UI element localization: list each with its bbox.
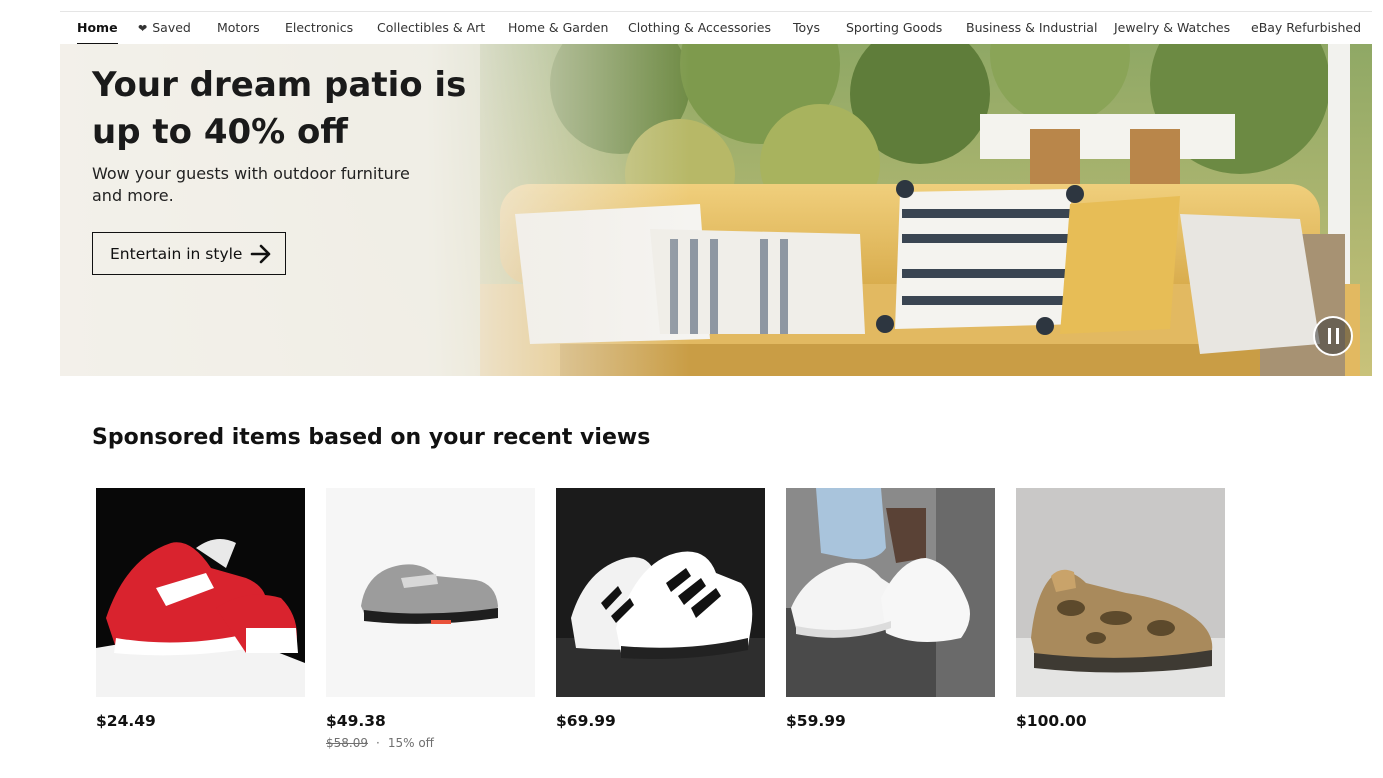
hero-title: Your dream patio is up to 40% off — [92, 65, 467, 152]
product-card[interactable]: $24.49 — [96, 488, 305, 730]
nav-item-home[interactable]: Home — [77, 12, 118, 45]
nav-label: eBay Refurbished — [1251, 20, 1362, 35]
section-title: Sponsored items based on your recent vie… — [92, 425, 651, 450]
arrow-right-icon — [251, 244, 271, 263]
heart-icon: ❤ — [138, 22, 148, 35]
category-nav: Home ❤ Saved Motors Electronics Collectib… — [60, 11, 1372, 45]
nav-label: Business & Industrial — [966, 20, 1098, 35]
nav-item-motors[interactable]: Motors — [217, 12, 260, 44]
product-price: $59.99 — [786, 712, 846, 730]
nav-label: Toys — [793, 20, 821, 35]
pause-icon — [1335, 328, 1339, 344]
nav-item-electronics[interactable]: Electronics — [285, 12, 353, 44]
product-image-grey-running-sneaker[interactable] — [326, 488, 535, 697]
product-image-white-sneakers-on-feet[interactable] — [786, 488, 995, 697]
product-card[interactable]: $69.99 — [556, 488, 765, 730]
nav-label: Motors — [217, 20, 260, 35]
product-image-camo-hiking-sneaker[interactable] — [1016, 488, 1225, 697]
nav-item-saved[interactable]: ❤ Saved — [138, 12, 191, 44]
nav-item-ebay-refurbished[interactable]: eBay Refurbished — [1251, 12, 1361, 44]
nav-label: Clothing & Accessories — [628, 20, 771, 35]
pause-button[interactable] — [1313, 316, 1353, 356]
product-card[interactable]: $49.38 $58.09 · 15% off — [326, 488, 535, 750]
product-card[interactable]: $100.00 — [1016, 488, 1225, 730]
nav-item-business-industrial[interactable]: Business & Industrial — [966, 12, 1097, 44]
nav-item-sporting-goods[interactable]: Sporting Goods — [846, 12, 942, 44]
cta-label: Entertain in style — [110, 244, 243, 263]
entertain-in-style-button[interactable]: Entertain in style — [92, 232, 286, 275]
nav-label: Jewelry & Watches — [1114, 20, 1231, 35]
hero-banner[interactable]: Your dream patio is up to 40% off Wow yo… — [60, 44, 1372, 376]
nav-item-toys[interactable]: Toys — [793, 12, 820, 44]
nav-item-clothing-accessories[interactable]: Clothing & Accessories — [628, 12, 771, 44]
nav-item-home-garden[interactable]: Home & Garden — [508, 12, 608, 44]
product-price: $100.00 — [1016, 712, 1087, 730]
nav-item-collectibles-art[interactable]: Collectibles & Art — [377, 12, 485, 44]
product-discount-line: $58.09 · 15% off — [326, 736, 434, 750]
nav-label: Collectibles & Art — [377, 20, 486, 35]
product-price: $69.99 — [556, 712, 616, 730]
nav-item-jewelry-watches[interactable]: Jewelry & Watches — [1114, 12, 1230, 44]
nav-label: Saved — [152, 20, 191, 35]
product-card[interactable]: $59.99 — [786, 488, 995, 730]
separator-dot: · — [376, 736, 380, 750]
product-price: $49.38 — [326, 712, 386, 730]
nav-label: Home & Garden — [508, 20, 609, 35]
hero-subtitle: Wow your guests with outdoor furniture a… — [92, 164, 410, 205]
original-price: $58.09 — [326, 736, 368, 750]
nav-label: Home — [77, 20, 118, 35]
product-price: $24.49 — [96, 712, 156, 730]
nav-label: Electronics — [285, 20, 354, 35]
pause-icon — [1327, 328, 1331, 344]
product-image-red-white-sneaker[interactable] — [96, 488, 305, 697]
discount-label: 15% off — [387, 736, 434, 750]
product-image-white-black-striped-sneaker[interactable] — [556, 488, 765, 697]
nav-label: Sporting Goods — [846, 20, 943, 35]
